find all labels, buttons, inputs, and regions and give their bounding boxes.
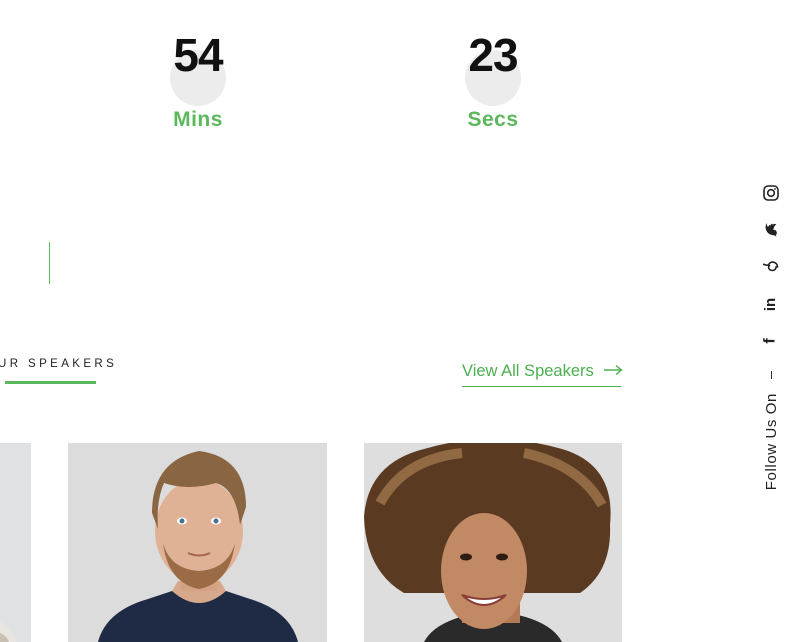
countdown-seconds: 23 Secs (433, 32, 553, 132)
pinterest-icon[interactable] (760, 256, 782, 278)
speaker-card[interactable] (364, 443, 622, 642)
speakers-label-underline (5, 381, 96, 384)
speaker-photo (364, 443, 622, 642)
speaker-photo (0, 621, 16, 642)
linkedin-icon[interactable]: in (760, 293, 782, 315)
speakers-section-label: UR SPEAKERS (0, 358, 118, 370)
follow-us-label: Follow Us On (762, 393, 780, 491)
instagram-icon[interactable] (760, 182, 782, 204)
view-all-underline (462, 386, 621, 387)
seconds-label: Secs (467, 108, 519, 131)
view-all-speakers-link[interactable]: View All Speakers (462, 362, 623, 381)
speaker-card[interactable] (0, 443, 31, 642)
social-sidebar: in f Follow Us On (756, 182, 786, 490)
view-all-speakers-label: View All Speakers (462, 362, 594, 380)
follow-divider (770, 371, 772, 379)
minutes-value: 54 (173, 29, 223, 81)
accent-divider (49, 242, 50, 284)
minutes-label: Mins (173, 108, 223, 131)
countdown-minutes: 54 Mins (138, 32, 258, 132)
arrow-right-icon (603, 362, 623, 381)
facebook-icon[interactable]: f (760, 330, 782, 352)
speaker-photo (68, 443, 327, 642)
speaker-card[interactable] (68, 443, 327, 642)
twitter-icon[interactable] (760, 219, 782, 241)
seconds-value: 23 (468, 29, 518, 81)
